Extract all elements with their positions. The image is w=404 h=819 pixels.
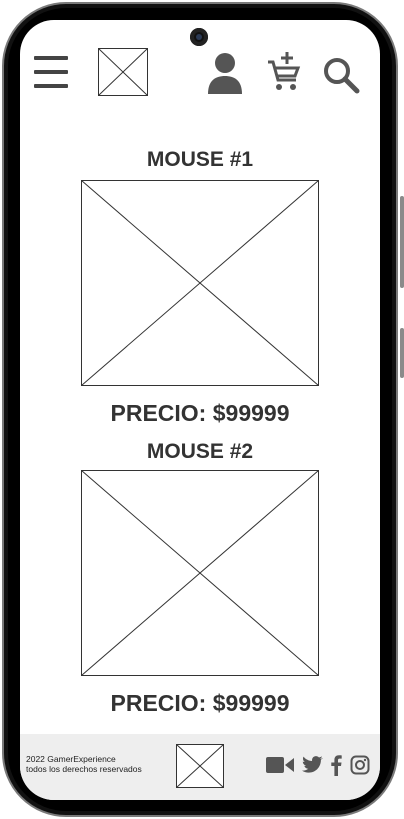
product-price-2: PRECIO: $99999 [110, 690, 290, 716]
copyright-text: 2022 GamerExperience todos los derechos … [26, 754, 142, 774]
power-button [400, 328, 404, 378]
footer-logo-placeholder[interactable] [176, 744, 224, 788]
hamburger-menu-icon[interactable] [34, 56, 68, 90]
add-to-cart-icon[interactable] [266, 52, 302, 92]
video-icon[interactable] [266, 754, 294, 776]
twitter-icon[interactable] [302, 754, 324, 776]
logo-placeholder[interactable] [98, 48, 148, 96]
facebook-icon[interactable] [330, 754, 342, 776]
volume-button [400, 196, 404, 288]
product-title-2: MOUSE #2 [146, 440, 254, 463]
instagram-icon[interactable] [350, 754, 370, 776]
product-image-1[interactable] [81, 180, 319, 386]
product-title-1: MOUSE #1 [146, 148, 254, 171]
copyright-line-1: 2022 GamerExperience [26, 754, 116, 764]
product-image-2[interactable] [81, 470, 319, 676]
search-icon[interactable] [322, 56, 360, 94]
screen: MOUSE #1 PRECIO: $99999 MOUSE #2 PRECIO:… [20, 20, 380, 800]
user-icon[interactable] [206, 52, 244, 94]
product-price-1: PRECIO: $99999 [110, 400, 290, 426]
front-camera [190, 28, 208, 46]
footer: 2022 GamerExperience todos los derechos … [20, 734, 380, 800]
copyright-line-2: todos los derechos reservados [26, 764, 142, 774]
